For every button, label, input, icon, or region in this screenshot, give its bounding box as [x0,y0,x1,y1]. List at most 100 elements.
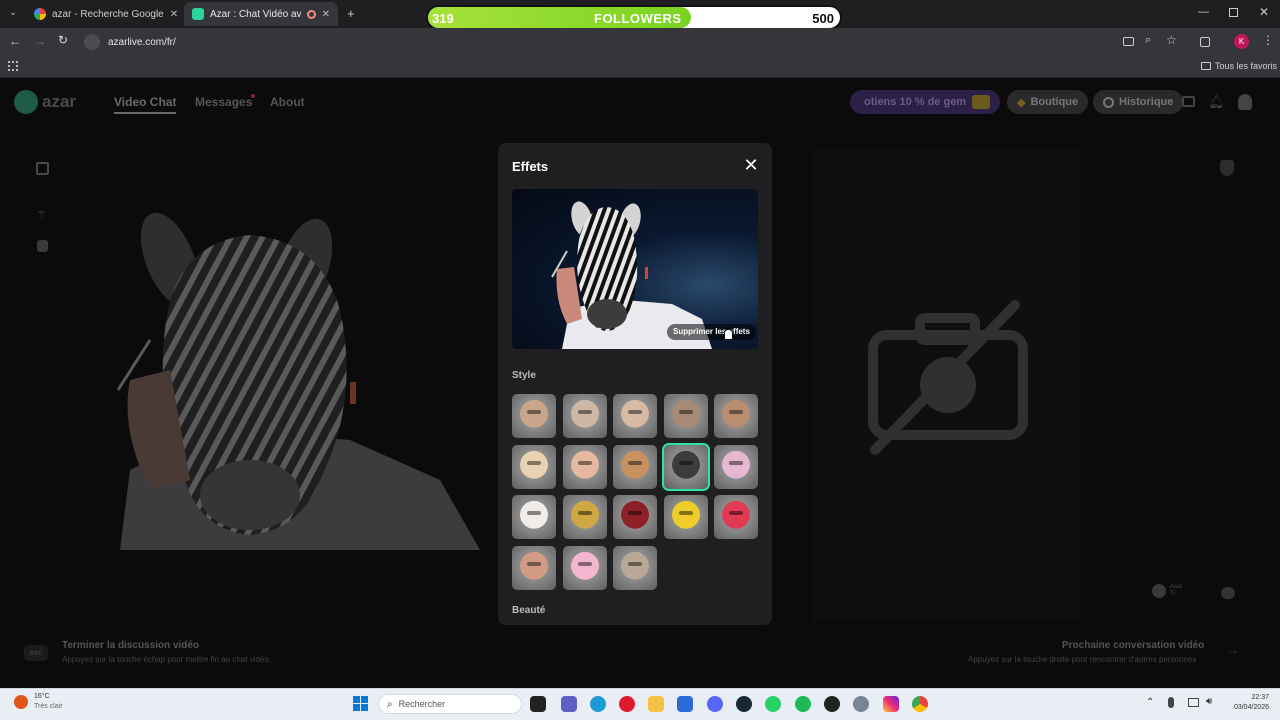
back-icon[interactable]: ← [9,34,21,48]
edge-icon[interactable] [590,696,606,712]
effect-thumbnail[interactable] [613,545,657,590]
close-window-icon[interactable]: ✕ [1259,5,1269,19]
inbox-icon[interactable] [1182,96,1195,107]
user-profile-icon[interactable] [1238,94,1252,110]
windows-taskbar [0,688,1280,720]
volume-icon[interactable]: 🔊︎ [1206,696,1212,707]
effect-thumbnail[interactable] [562,444,607,489]
network-icon[interactable] [1188,698,1199,707]
obs-icon[interactable] [824,696,840,712]
expand-icon[interactable] [36,162,49,175]
face-banana-icon [577,511,592,515]
close-tab-icon[interactable]: ✕ [170,9,178,20]
chat-bubble-icon[interactable] [1221,587,1235,599]
menu-icon[interactable]: ⋮ [1262,33,1274,47]
profile-avatar[interactable]: K [1234,34,1249,49]
nav-video-chat[interactable]: Video Chat [114,95,177,114]
tab-list-icon[interactable]: ⌄ [6,7,20,21]
effect-thumbnail[interactable] [714,444,758,489]
instagram-icon[interactable] [883,696,899,712]
address-bar[interactable]: azarlive.com/fr/ [82,33,1112,51]
face-man-2-icon [678,410,693,414]
clock[interactable]: 22:37 03/04/2026 [1227,693,1269,713]
effect-thumbnail[interactable] [613,444,657,489]
end-chat-title: Terminer la discussion vidéo [62,640,200,651]
spotify-icon[interactable] [795,696,811,712]
nav-messages[interactable]: Messages [195,95,252,109]
effect-thumbnail[interactable] [512,495,556,539]
minimize-icon[interactable]: — [1198,6,1209,18]
settings-gear-icon[interactable] [853,696,869,712]
steam-icon[interactable] [736,696,752,712]
discord-icon[interactable] [707,696,723,712]
tab-title: azar - Recherche Google [52,8,164,20]
reload-icon[interactable]: ↻ [58,33,68,47]
diamond-icon: ◆ [1017,96,1026,109]
forward-icon[interactable]: → [34,34,46,48]
history-label: Historique [1119,96,1174,108]
next-arrow-icon[interactable]: → [1227,643,1239,657]
effect-thumbnail[interactable] [512,545,556,590]
effect-thumbnail[interactable] [613,394,657,438]
search-icon: ⌕ [387,698,393,710]
tab-google-search[interactable]: azar - Recherche Google ✕ [26,2,180,26]
shop-button[interactable]: ◆ Boutique [1007,90,1089,114]
face-zebra-icon [678,460,693,465]
local-video-pane: ⚚ [20,150,495,610]
effect-thumbnail[interactable] [512,394,556,438]
effect-thumbnail[interactable] [663,495,708,539]
effect-thumbnail[interactable] [512,444,556,489]
effect-thumbnail[interactable] [562,545,607,590]
gem-promo-banner[interactable]: otiens 10 % de gem [850,90,1000,114]
effect-thumbnail[interactable] [663,394,708,438]
task-view-icon[interactable] [530,696,546,712]
effect-thumbnail[interactable] [714,495,758,539]
effect-thumbnail[interactable] [613,495,657,539]
azar-logo[interactable]: azar [14,90,76,114]
opera-icon[interactable] [619,696,635,712]
followers-goal-bar: 319 FOLLOWERS 500 [426,5,842,30]
azar-logo-text: azar [42,92,77,111]
tab-azar[interactable]: Azar : Chat Vidéo avec de n ✕ [184,2,338,26]
remove-effects-button[interactable]: Supprimer les effets [667,324,756,340]
effect-thumbnail[interactable] [562,394,607,438]
recording-icon [306,9,316,19]
chevron-up-icon[interactable]: ⌃ [1146,697,1154,708]
taskbar-search[interactable]: ⌕ Rechercher [378,694,522,714]
teams-icon[interactable] [561,696,577,712]
nav-about[interactable]: About [270,95,305,109]
new-tab-icon[interactable]: + [347,6,355,21]
next-chat-subtitle: Appuyez sur la touche droite pour rencon… [968,655,1197,664]
url-text[interactable]: azarlive.com/fr/ [108,37,176,48]
site-info-icon[interactable] [84,34,100,50]
bookmark-star-icon[interactable]: ☆ [1166,33,1177,47]
restore-icon[interactable] [1229,8,1238,17]
install-app-icon[interactable] [1123,37,1134,46]
close-tab-icon[interactable]: ✕ [322,9,330,20]
effect-thumbnail[interactable] [562,495,607,539]
face-glasses-icon [628,561,642,566]
history-button[interactable]: Historique [1093,90,1184,114]
zoom-icon[interactable]: ⌕ [1145,34,1151,47]
windows-start-icon[interactable] [353,696,368,711]
close-icon[interactable]: ✕ [742,156,760,174]
weather-widget[interactable]: 16°C Très clair [14,692,63,712]
notification-bell-icon[interactable]: 🔔︎ [1208,94,1225,110]
all-bookmarks[interactable]: Tous les favoris [1201,61,1277,71]
whatsapp-icon[interactable] [765,696,781,712]
apps-grid-icon[interactable] [8,61,18,71]
face-white-mask-icon [527,460,541,465]
file-explorer-icon[interactable] [648,696,664,712]
effect-thumbnail[interactable] [661,442,710,491]
remote-video-pane: Asia Ti [812,150,1235,620]
store-icon[interactable] [677,696,693,712]
magic-wand-icon[interactable]: ⚚ [36,208,47,222]
effect-thumbnail[interactable] [714,394,758,438]
chrome-icon[interactable] [912,696,928,712]
tab-title: Azar : Chat Vidéo avec de n [210,8,301,20]
effects-mask-icon[interactable] [37,240,48,252]
extensions-icon[interactable] [1200,37,1210,47]
microphone-icon[interactable] [1168,697,1174,708]
messages-dot-icon [251,94,255,98]
report-shield-icon[interactable] [1220,160,1234,176]
